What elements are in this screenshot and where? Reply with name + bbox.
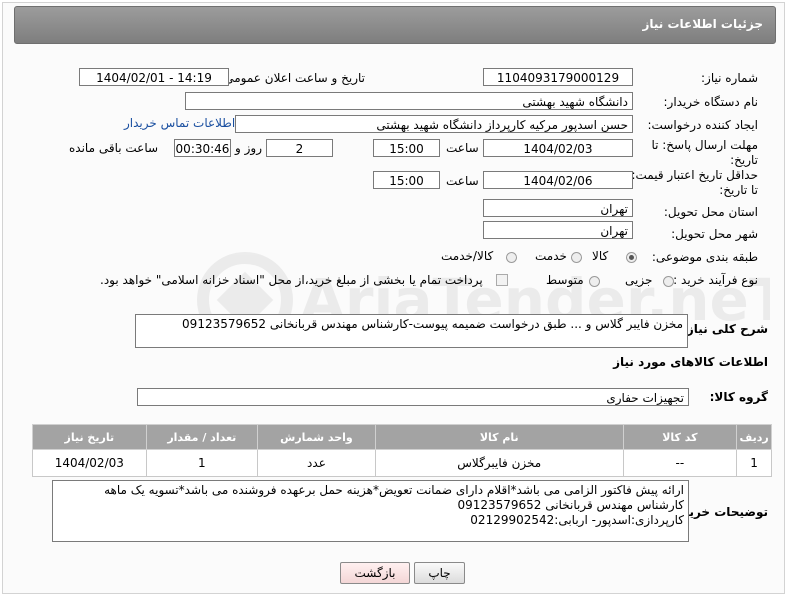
category-option-goods-service: کالا/خدمت (441, 249, 494, 263)
process-label: نوع فرآیند خرید : (673, 273, 758, 287)
back-button[interactable]: بازگشت (340, 562, 410, 584)
buyer-notes-textarea: ارائه پیش فاکتور الزامی می باشد*اقلام دا… (52, 480, 689, 542)
creator-field: حسن اسدپور مرکیه کارپرداز دانشگاه شهید ب… (235, 115, 633, 133)
process-option-minor: جزیی (625, 273, 653, 287)
category-radio-service[interactable] (571, 252, 582, 263)
treasury-payment-note: پرداخت تمام یا بخشی از مبلغ خرید،از محل … (100, 273, 483, 287)
category-option-service: خدمت (535, 249, 567, 263)
goods-table-header: ردیف کد کالا نام کالا واحد شمارش تعداد /… (32, 424, 772, 450)
city-field: تهران (483, 221, 633, 239)
need-number-field: 1104093179000129 (483, 68, 633, 86)
page-title: جزئیات اطلاعات نیاز (642, 17, 763, 31)
goods-section-title: اطلاعات کالاهای مورد نیاز (613, 355, 768, 369)
process-option-medium: متوسط (546, 273, 584, 287)
province-label: استان محل تحویل: (663, 205, 758, 219)
deadline-time-label: ساعت (446, 141, 479, 155)
goods-table: ردیف کد کالا نام کالا واحد شمارش تعداد /… (32, 424, 772, 477)
validity-label: حداقل تاریخ اعتبار قیمت: (631, 168, 758, 182)
category-option-goods: کالا (592, 249, 609, 263)
col-row-number: ردیف (736, 424, 772, 450)
category-radio-goods-service[interactable] (506, 252, 517, 263)
days-label: روز و (235, 141, 262, 155)
description-textarea: مخزن فایبر گلاس و ... طبق درخواست ضمیمه … (135, 314, 688, 348)
announce-label: تاریخ و ساعت اعلان عمومی: (220, 71, 365, 85)
treasury-payment-checkbox[interactable] (496, 274, 508, 286)
table-row: 1 -- مخزن فایبرگلاس عدد 1 1404/02/03 (32, 449, 772, 477)
col-unit: واحد شمارش (257, 424, 376, 450)
deadline-time-field: 15:00 (373, 139, 440, 157)
col-item-name: نام کالا (374, 424, 624, 450)
description-text: مخزن فایبر گلاس و ... طبق درخواست ضمیمه … (182, 317, 683, 331)
cell-row-number: 1 (736, 449, 772, 477)
print-button[interactable]: چاپ (414, 562, 465, 584)
cell-unit: عدد (257, 449, 376, 477)
buyer-org-label: نام دستگاه خریدار: (663, 95, 759, 109)
validity-date-field: 1404/02/06 (483, 171, 633, 189)
deadline-date-field: 1404/02/03 (483, 139, 633, 157)
buyer-notes-line-2: کارشناس مهندس قربانخانی 09123579652 (457, 498, 684, 512)
deadline-label-date: تاریخ: (730, 153, 758, 167)
category-label: طبقه بندی موضوعی: (651, 250, 758, 264)
buyer-notes-line-1: ارائه پیش فاکتور الزامی می باشد*اقلام دا… (104, 483, 684, 497)
cell-item-name: مخزن فایبرگلاس (374, 449, 624, 477)
need-number-label: شماره نیاز: (701, 71, 758, 85)
process-radio-minor[interactable] (663, 276, 674, 287)
days-remaining-field: 2 (266, 139, 333, 157)
cell-item-code: -- (622, 449, 738, 477)
buyer-notes-line-3: کارپردازی:اسدپور- اربابی:02129902542 (470, 513, 684, 527)
page-header: جزئیات اطلاعات نیاز (14, 6, 776, 44)
col-quantity: تعداد / مقدار (145, 424, 259, 450)
validity-label-date: تا تاریخ: (719, 183, 758, 197)
deadline-label: مهلت ارسال پاسخ: تا (651, 138, 758, 152)
validity-time-field: 15:00 (373, 171, 440, 189)
creator-label: ایجاد کننده درخواست: (647, 118, 758, 132)
validity-time-label: ساعت (446, 174, 479, 188)
province-field: تهران (483, 199, 633, 217)
cell-need-date: 1404/02/03 (32, 449, 147, 477)
city-label: شهر محل تحویل: (671, 227, 758, 241)
col-item-code: کد کالا (622, 424, 738, 450)
goods-group-field: تجهیزات حفاری (137, 388, 689, 406)
buyer-org-field: دانشگاه شهید بهشتی (185, 92, 633, 110)
goods-group-label: گروه کالا: (709, 390, 768, 404)
description-label: شرح کلی نیاز: (682, 322, 768, 336)
time-remaining-field: 00:30:46 (174, 139, 231, 157)
announce-field: 1404/02/01 - 14:19 (79, 68, 229, 86)
buyer-contact-link[interactable]: اطلاعات تماس خریدار (124, 116, 235, 130)
time-remaining-label: ساعت باقی مانده (69, 141, 159, 155)
cell-quantity: 1 (145, 449, 259, 477)
col-need-date: تاریخ نیاز (32, 424, 147, 450)
process-radio-medium[interactable] (589, 276, 600, 287)
category-radio-goods[interactable] (626, 252, 637, 263)
